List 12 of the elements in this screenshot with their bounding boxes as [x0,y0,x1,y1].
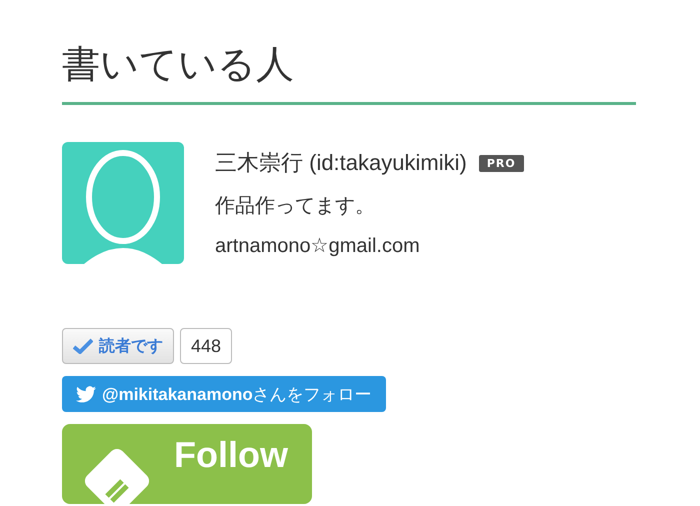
bird-icon [76,386,96,402]
checkmark-icon [73,338,93,354]
reader-button[interactable]: 読者です [62,328,174,364]
avatar-icon [62,142,184,264]
section-heading: 書いている人 [62,40,636,105]
feedly-follow-button[interactable]: Follow [62,424,312,504]
twitter-follow-button[interactable]: @mikitakanamonoさんをフォロー [62,376,386,412]
pro-badge: PRO [478,154,524,172]
bio-text: 作品作ってます。 [215,194,376,219]
author-name[interactable]: 三木崇行 (id:takayukimiki) [215,148,467,178]
email-text: artnamono☆gmail.com [215,234,421,258]
reader-count: 448 [180,328,232,364]
